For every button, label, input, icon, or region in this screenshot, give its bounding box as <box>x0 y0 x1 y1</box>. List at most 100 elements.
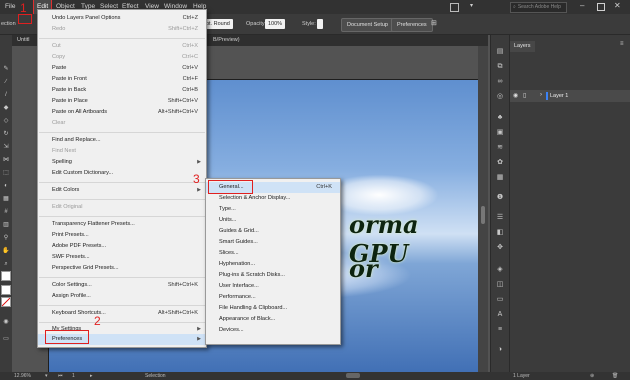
eyedropper-icon[interactable]: ⚲ <box>1 234 11 242</box>
shaper-tool-icon[interactable]: ◆ <box>1 104 11 112</box>
menu-item-spelling[interactable]: Spelling ▶ <box>38 157 206 168</box>
artboards-icon[interactable]: ◫ <box>495 280 505 290</box>
transparency-icon[interactable]: ◑ <box>495 345 505 355</box>
export-icon[interactable]: ▭ <box>495 295 505 305</box>
scroll-thumb[interactable] <box>481 206 485 224</box>
menu-item-transparency-flattener-presets[interactable]: Transparency Flattener Presets... <box>38 219 206 230</box>
layer-name[interactable]: Layer 1 <box>550 93 568 99</box>
menu-item-edit-custom-dictionary[interactable]: Edit Custom Dictionary... <box>38 168 206 179</box>
stroke-style-dropdown[interactable]: pt. Round <box>203 19 233 29</box>
mesh-tool-icon[interactable]: # <box>1 208 11 216</box>
menu-item-print-presets[interactable]: Print Presets... <box>38 230 206 241</box>
shape-builder-icon[interactable]: ◐ <box>1 182 11 190</box>
pref-item-units[interactable]: Units... <box>206 215 340 226</box>
drawing-mode-icon[interactable]: ◉ <box>1 318 11 326</box>
scale-tool-icon[interactable]: ⇲ <box>1 143 11 151</box>
info-icon[interactable]: ❶ <box>495 193 505 203</box>
hand-tool-icon[interactable]: ✋ <box>1 247 11 255</box>
none-swatch[interactable] <box>1 297 11 307</box>
brushes-icon[interactable]: ≋ <box>495 143 505 153</box>
pref-item-selection-anchor-display[interactable]: Selection & Anchor Display... <box>206 193 340 204</box>
vertical-scrollbar[interactable] <box>478 46 488 372</box>
swatches-icon[interactable]: ▦ <box>495 173 505 183</box>
pref-item-type[interactable]: Type... <box>206 204 340 215</box>
menu-item-clear[interactable]: Clear <box>38 118 206 129</box>
layers-icon[interactable]: ◈ <box>495 265 505 275</box>
menu-item-find-next[interactable]: Find Next <box>38 146 206 157</box>
close-icon[interactable]: ✕ <box>614 1 621 10</box>
graph-tool-icon[interactable]: ▥ <box>1 221 11 229</box>
pref-item-devices[interactable]: Devices... <box>206 325 340 336</box>
menu-file[interactable]: File <box>2 0 18 14</box>
first-artboard-icon[interactable]: ⏮ <box>58 372 63 380</box>
document-setup-button[interactable]: Document Setup <box>341 18 394 32</box>
opacity-field[interactable]: 100% <box>265 19 286 29</box>
new-layer-icon[interactable]: ⊕ <box>590 372 594 380</box>
menu-item-perspective-grid-presets[interactable]: Perspective Grid Presets... <box>38 263 206 274</box>
menu-item-color-settings[interactable]: Color Settings... Shift+Ctrl+K <box>38 280 206 291</box>
zoom-tool-icon[interactable]: ⌕ <box>1 260 11 268</box>
properties-icon[interactable]: ▤ <box>495 47 505 57</box>
menu-item-swf-presets[interactable]: SWF Presets... <box>38 252 206 263</box>
graphic-styles-icon[interactable]: ▣ <box>495 128 505 138</box>
pref-item-slices[interactable]: Slices... <box>206 248 340 259</box>
pref-item-user-interface[interactable]: User Interface... <box>206 281 340 292</box>
artboard-number[interactable]: 1 <box>72 372 75 380</box>
libraries-icon[interactable]: ⧉ <box>495 62 505 72</box>
minimize-icon[interactable]: – <box>580 1 584 10</box>
maximize-icon[interactable] <box>597 3 605 11</box>
menu-item-edit-original[interactable]: Edit Original <box>38 202 206 213</box>
pref-item-appearance-of-black[interactable]: Appearance of Black... <box>206 314 340 325</box>
menu-item-edit-colors[interactable]: Edit Colors ▶ <box>38 185 206 196</box>
screen-mode-icon[interactable]: ▭ <box>1 335 11 343</box>
menu-item-paste-in-place[interactable]: Paste in Place Shift+Ctrl+V <box>38 96 206 107</box>
layers-tab[interactable]: Layers <box>510 41 535 52</box>
delete-layer-icon[interactable]: 🗑 <box>612 372 618 380</box>
workspace-chevron-icon[interactable]: ▾ <box>470 2 473 9</box>
menu-item-adobe-pdf-presets[interactable]: Adobe PDF Presets... <box>38 241 206 252</box>
menu-item-assign-profile[interactable]: Assign Profile... <box>38 291 206 302</box>
horizontal-scroll-thumb[interactable] <box>346 373 360 378</box>
pref-item-guides-grid[interactable]: Guides & Grid... <box>206 226 340 237</box>
menu-item-paste-in-back[interactable]: Paste in Back Ctrl+B <box>38 85 206 96</box>
zoom-dropdown-icon[interactable]: ▾ <box>45 372 48 380</box>
width-tool-icon[interactable]: ⋈ <box>1 156 11 164</box>
color-icon[interactable]: ✿ <box>495 158 505 168</box>
pref-item-file-handling-clipboard[interactable]: File Handling & Clipboard... <box>206 303 340 314</box>
menu-item-paste[interactable]: Paste Ctrl+V <box>38 63 206 74</box>
layer-row[interactable]: ◉ ▯ › Layer 1 <box>510 90 630 102</box>
rotate-tool-icon[interactable]: ↻ <box>1 130 11 138</box>
pref-item-plugins-scratch-disks[interactable]: Plug-ins & Scratch Disks... <box>206 270 340 281</box>
align-icon[interactable]: ☰ <box>495 213 505 223</box>
help-search-input[interactable]: ⌕ Search Adobe Help <box>510 2 567 13</box>
paragraph-icon[interactable]: ≡ <box>495 325 505 335</box>
arrange-documents-icon[interactable] <box>450 3 459 12</box>
pen-tool-icon[interactable]: ✎ <box>1 65 11 73</box>
menu-item-redo[interactable]: Redo Shift+Ctrl+Z <box>38 24 206 35</box>
stroke-swatch[interactable] <box>1 285 11 295</box>
transform-icon[interactable]: ✥ <box>495 243 505 253</box>
arrange-icon[interactable]: ⊞ <box>431 19 437 29</box>
menu-item-paste-on-all-artboards[interactable]: Paste on All Artboards Alt+Shift+Ctrl+V <box>38 107 206 118</box>
document-tab[interactable]: Untitl <box>12 35 35 46</box>
fill-swatch[interactable] <box>1 271 11 281</box>
menu-item-keyboard-shortcuts[interactable]: Keyboard Shortcuts... Alt+Shift+Ctrl+K <box>38 308 206 319</box>
perspective-grid-icon[interactable]: ▦ <box>1 195 11 203</box>
paintbrush-tool-icon[interactable]: / <box>1 91 11 99</box>
style-swatch[interactable] <box>317 19 323 29</box>
links-icon[interactable]: ∞ <box>495 77 505 87</box>
lock-icon[interactable]: ▯ <box>523 92 526 99</box>
pref-item-performance[interactable]: Performance... <box>206 292 340 303</box>
eraser-tool-icon[interactable]: ◇ <box>1 117 11 125</box>
appearance-icon[interactable]: ◎ <box>495 92 505 102</box>
pathfinder-icon[interactable]: ◧ <box>495 228 505 238</box>
menu-item-paste-in-front[interactable]: Paste in Front Ctrl+F <box>38 74 206 85</box>
menu-item-copy[interactable]: Copy Ctrl+C <box>38 52 206 63</box>
menu-item-undo[interactable]: Undo Layers Panel Options Ctrl+Z <box>38 13 206 24</box>
next-artboard-icon[interactable]: ▸ <box>90 372 93 380</box>
panel-menu-icon[interactable]: ≡ <box>620 41 624 47</box>
preferences-button[interactable]: Preferences <box>391 18 433 32</box>
visibility-eye-icon[interactable]: ◉ <box>513 92 518 99</box>
expand-chevron-icon[interactable]: › <box>540 92 542 98</box>
zoom-level[interactable]: 12.96% <box>14 372 31 380</box>
